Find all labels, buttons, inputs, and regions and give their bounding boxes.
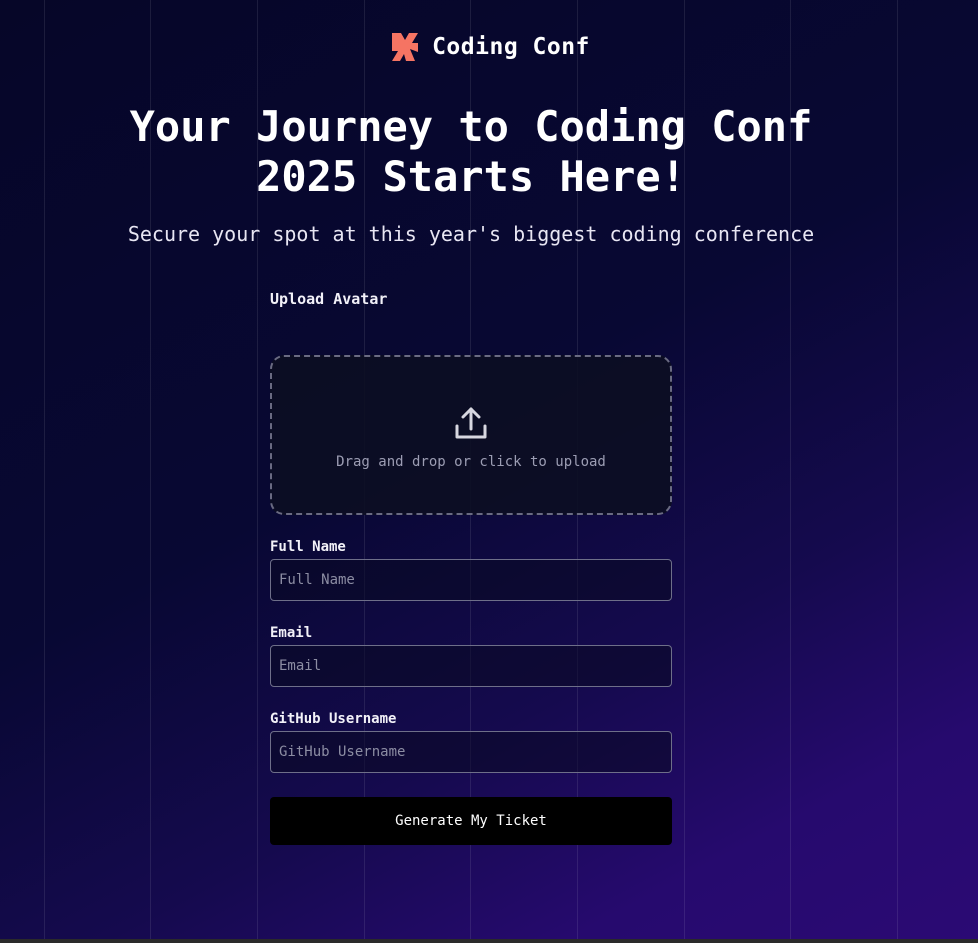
avatar-dropzone[interactable]: Drag and drop or click to upload [270,355,672,515]
github-field-group: GitHub Username [270,711,672,773]
email-label: Email [270,625,313,641]
coding-conf-logo-icon [388,30,422,64]
full-name-field-group: Full Name [270,539,672,601]
page-title: Your Journey to Coding Conf 2025 Starts … [129,102,813,201]
brand-header: Coding Conf [0,30,978,64]
upload-icon [451,404,491,444]
page-subtitle: Secure your spot at this year's biggest … [127,222,815,246]
upload-avatar-label: Upload Avatar [270,290,388,308]
email-input[interactable] [270,645,672,687]
brand-name: Coding Conf [432,34,590,60]
github-username-label: GitHub Username [270,711,397,727]
upload-hint: Drag and drop or click to upload [336,454,606,470]
ticket-form: Upload Avatar Drag and drop or click to … [270,290,672,845]
generate-ticket-button[interactable]: Generate My Ticket [270,797,672,845]
email-field-group: Email [270,625,672,687]
bottom-divider [0,939,978,943]
full-name-input[interactable] [270,559,672,601]
full-name-label: Full Name [270,539,346,555]
github-username-input[interactable] [270,731,672,773]
